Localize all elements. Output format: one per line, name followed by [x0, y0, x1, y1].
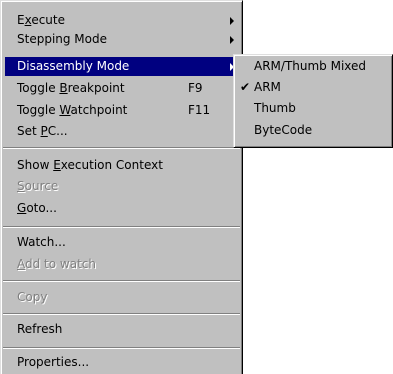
shortcut-label: F9	[188, 81, 203, 95]
menu-separator	[3, 147, 240, 149]
menu-item-label: Refresh	[17, 322, 63, 336]
menu-item-label: Toggle Watchpoint	[17, 103, 128, 117]
submenu-item-thumb[interactable]: Thumb	[238, 99, 388, 118]
menu-item-label: Stepping Mode	[17, 32, 108, 46]
checkmark-icon: ✔	[240, 80, 251, 94]
menu-item-label: Add to watch	[17, 257, 96, 271]
submenu-item-arm-thumb-mixed[interactable]: ARM/Thumb Mixed	[238, 57, 388, 76]
submenu-item-bytecode[interactable]: ByteCode	[238, 121, 388, 140]
menu-item-disassembly-mode[interactable]: Disassembly Mode	[5, 57, 237, 76]
menu-item-toggle-watchpoint[interactable]: Toggle Watchpoint F11	[5, 101, 237, 120]
menu-item-set-pc[interactable]: Set PC...	[5, 122, 237, 141]
menu-item-stepping-mode[interactable]: Stepping Mode	[5, 30, 237, 49]
menu-item-label: Show Execution Context	[17, 158, 163, 172]
menu-item-label: Disassembly Mode	[17, 59, 130, 73]
menu-item-execute[interactable]: Execute	[5, 11, 237, 30]
menu-item-label: Set PC...	[17, 124, 68, 138]
menu-separator	[3, 313, 240, 315]
submenu-item-arm[interactable]: ✔ ARM	[238, 78, 388, 97]
menu-separator	[3, 347, 240, 349]
menu-separator	[3, 226, 240, 228]
menu-separator	[3, 280, 240, 282]
menu-item-properties[interactable]: Properties...	[5, 353, 237, 372]
submenu-item-label: ARM	[254, 80, 281, 94]
menu-item-goto[interactable]: Goto...	[5, 199, 237, 218]
menu-item-label: Watch...	[17, 235, 66, 249]
menu-item-source: Source	[5, 177, 237, 196]
menu-item-label: Toggle Breakpoint	[17, 81, 125, 95]
menu-item-label: Properties...	[17, 355, 90, 369]
disassembly-mode-submenu: ARM/Thumb Mixed ✔ ARM Thumb ByteCode	[233, 54, 393, 148]
submenu-item-label: ByteCode	[254, 123, 313, 137]
menu-item-label: Copy	[17, 290, 48, 304]
submenu-arrow-icon	[230, 36, 234, 44]
menu-item-show-execution-context[interactable]: Show Execution Context	[5, 156, 237, 175]
menu-item-add-to-watch: Add to watch	[5, 255, 237, 274]
submenu-item-label: Thumb	[254, 101, 296, 115]
menu-item-label: Goto...	[17, 201, 57, 215]
menu-item-copy: Copy	[5, 288, 237, 307]
menu-item-label: Execute	[17, 13, 66, 27]
menu-item-label: Source	[17, 179, 59, 193]
shortcut-label: F11	[188, 103, 211, 117]
submenu-arrow-icon	[230, 17, 234, 25]
context-menu: Execute Stepping Mode Disassembly Mode T…	[0, 0, 243, 374]
menu-item-toggle-breakpoint[interactable]: Toggle Breakpoint F9	[5, 79, 237, 98]
submenu-item-label: ARM/Thumb Mixed	[254, 59, 367, 73]
menu-item-watch[interactable]: Watch...	[5, 233, 237, 252]
menu-item-refresh[interactable]: Refresh	[5, 320, 237, 339]
